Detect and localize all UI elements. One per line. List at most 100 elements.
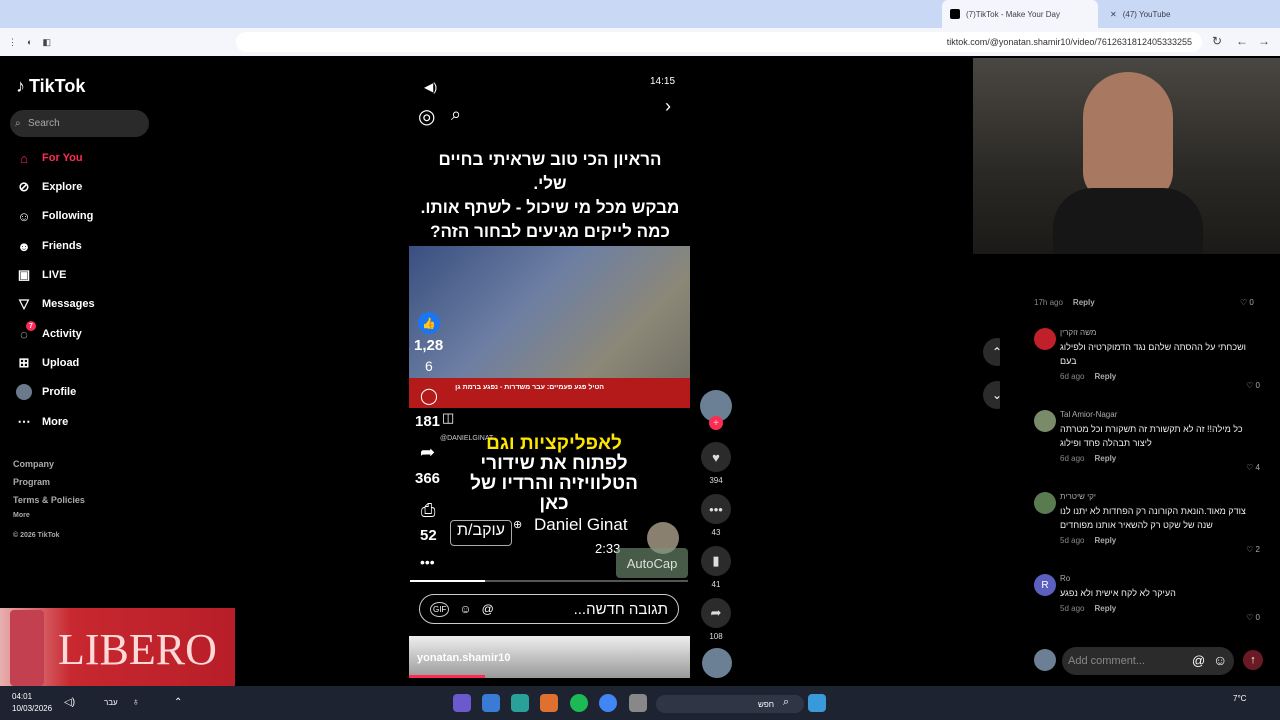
sidebar-item-explore[interactable]: ⊘ Explore	[16, 176, 196, 198]
send-icon[interactable]: ↑	[1243, 650, 1263, 670]
chevron-right-icon[interactable]: ›	[665, 96, 671, 117]
back-icon[interactable]: ←	[1236, 34, 1248, 48]
author-avatar-action[interactable]: +	[698, 390, 734, 430]
comment-item: משה זוקרין ושכחתי על ההסתה שלהם נגד הדמו…	[1034, 328, 1264, 390]
mute-icon[interactable]: ◀)	[424, 80, 437, 94]
reload-icon[interactable]: ↻	[1212, 34, 1222, 48]
chevron-up-icon[interactable]: ⌃	[174, 697, 182, 708]
comment-icon: •••	[701, 494, 731, 524]
comment-username[interactable]: Tal Amior-Nagar	[1060, 410, 1264, 419]
app-icon[interactable]	[540, 694, 558, 712]
comment-button[interactable]: ••• 43	[698, 494, 734, 537]
like-count[interactable]: ♡ 0	[1246, 381, 1260, 390]
comment-username[interactable]: משה זוקרין	[1060, 328, 1264, 337]
reply-button[interactable]: Reply	[1073, 298, 1095, 307]
profile-circle-icon[interactable]: ◎	[418, 104, 435, 129]
reply-input[interactable]: GIF ☺ @ תגובה חדשה...	[419, 594, 679, 624]
like-button[interactable]: ♥ 394	[698, 442, 734, 485]
search-icon: ⌕	[783, 696, 790, 708]
avatar: +	[700, 390, 732, 430]
comment-item: Tal Amior-Nagar כל מילה!! זה לא תקשורת ז…	[1034, 410, 1264, 472]
avatar[interactable]: R	[1034, 574, 1056, 596]
sidebar-item-more[interactable]: ⋯ More	[16, 411, 196, 433]
comment-text: צודק מאוד.הונאת הקורונה רק הפחדות לא יתנ…	[1060, 506, 1246, 530]
emoji-icon[interactable]: ☺	[1213, 652, 1227, 668]
like-count[interactable]: ♡ 0	[1240, 298, 1254, 307]
app-icon[interactable]	[629, 694, 647, 712]
comment-item: יקי שיטרית צודק מאוד.הונאת הקורונה רק הפ…	[1034, 492, 1264, 554]
gif-icon[interactable]: GIF	[430, 601, 450, 617]
avatar[interactable]	[1034, 492, 1056, 514]
volume-icon[interactable]: ◁)	[64, 697, 75, 708]
emoji-icon[interactable]: ☺	[459, 602, 471, 616]
footer-link-program[interactable]: Program	[13, 477, 50, 487]
sidebar-item-activity[interactable]: ◌ 7 Activity	[16, 321, 196, 345]
tiktok-logo[interactable]: ♪ TikTok	[16, 76, 85, 97]
add-comment-input[interactable]: Add comment...	[1062, 647, 1234, 675]
forward-icon[interactable]: →	[1258, 34, 1270, 48]
footer-link-more[interactable]: More	[13, 512, 30, 519]
share-button[interactable]: ➦ 108	[698, 598, 734, 641]
sidebar-item-messages[interactable]: ▽ Messages	[16, 293, 196, 315]
spotify-icon[interactable]	[570, 694, 588, 712]
sidebar-item-live[interactable]: ▣ LIVE	[16, 264, 196, 286]
at-icon[interactable]: @	[482, 602, 494, 616]
tab-tiktok[interactable]: (7)TikTok - Make Your Day	[942, 0, 1098, 28]
reply-button[interactable]: Reply	[1094, 604, 1116, 613]
sidebar-item-profile[interactable]: Profile	[16, 381, 196, 403]
at-icon[interactable]: @	[1192, 653, 1205, 668]
mic-icon[interactable]: ♁	[132, 697, 140, 708]
language-indicator[interactable]: עבר	[104, 698, 118, 707]
avatar	[1034, 649, 1056, 671]
close-icon[interactable]: ✕	[1110, 10, 1117, 19]
search-input[interactable]: ⌕ Search	[10, 110, 149, 137]
chrome-icon[interactable]	[599, 694, 617, 712]
like-count[interactable]: ♡ 4	[1246, 463, 1260, 472]
live-icon: ▣	[17, 267, 31, 282]
tiktok-favicon-icon	[950, 9, 960, 19]
reply-button[interactable]: Reply	[1094, 536, 1116, 545]
comments-panel	[1000, 254, 1280, 686]
activity-icon: ◌ 7	[16, 321, 36, 342]
video-caption-overlay: לאפליקציות וגם לפתוח את שידורי הטלוויזיה…	[470, 433, 638, 514]
extension-icon[interactable]: ◐	[27, 37, 32, 47]
avatar[interactable]	[1034, 328, 1056, 350]
clock-date: 10/03/2026	[12, 704, 53, 713]
sidebar-item-for-you[interactable]: ⌂ For You	[16, 147, 196, 169]
video-author: Daniel Ginat	[534, 515, 628, 534]
footer-link-terms[interactable]: Terms & Policies	[13, 495, 85, 505]
sidebar-item-following[interactable]: ☺ Following	[16, 205, 196, 227]
video-progress[interactable]	[410, 580, 688, 582]
plus-icon[interactable]: +	[709, 416, 723, 430]
footer-link-company[interactable]: Company	[13, 459, 54, 469]
extension-icon[interactable]: ◧	[42, 37, 51, 48]
sound-avatar[interactable]	[702, 648, 732, 678]
sidebar-item-upload[interactable]: ⊞ Upload	[16, 352, 196, 374]
tab-youtube[interactable]: ✕ (47) YouTube	[1102, 0, 1252, 28]
comment-username[interactable]: יקי שיטרית	[1060, 492, 1264, 501]
follow-button[interactable]: עוקב/ת	[450, 520, 512, 546]
discord-icon[interactable]	[453, 694, 471, 712]
more-dots-icon: ⋯	[17, 414, 31, 429]
like-count[interactable]: ♡ 2	[1246, 545, 1260, 554]
search-icon[interactable]: ⌕	[451, 104, 461, 125]
sidebar-item-friends[interactable]: ☻ Friends	[16, 235, 196, 257]
instagram-icon: ◫	[442, 410, 455, 425]
save-button[interactable]: ▮ 41	[698, 546, 734, 589]
apps-grid-icon[interactable]	[482, 694, 500, 712]
comment-username[interactable]: Ro	[1060, 574, 1264, 583]
next-video-preview[interactable]: yonatan.shamir10	[409, 636, 690, 678]
ad-banner[interactable]: LIBERO	[0, 608, 235, 688]
taskbar-search[interactable]: חפש	[656, 695, 804, 713]
news-ticker: הטיל פגע פעמיים: עבר משדרות - נפגע ברמת …	[409, 378, 690, 408]
menu-icon[interactable]: ⋮	[8, 37, 17, 48]
autocap-watermark: AutoCap	[616, 548, 688, 578]
reply-button[interactable]: Reply	[1094, 372, 1116, 381]
app-icon[interactable]	[511, 694, 529, 712]
reply-button[interactable]: Reply	[1094, 454, 1116, 463]
windows-start-icon[interactable]	[808, 694, 826, 712]
avatar[interactable]	[1034, 410, 1056, 432]
video-headline: הראיון הכי טוב שראיתי בחיים שלי. מבקש מכ…	[420, 150, 680, 241]
heart-icon: ♥	[701, 442, 731, 472]
like-count[interactable]: ♡ 0	[1246, 613, 1260, 622]
